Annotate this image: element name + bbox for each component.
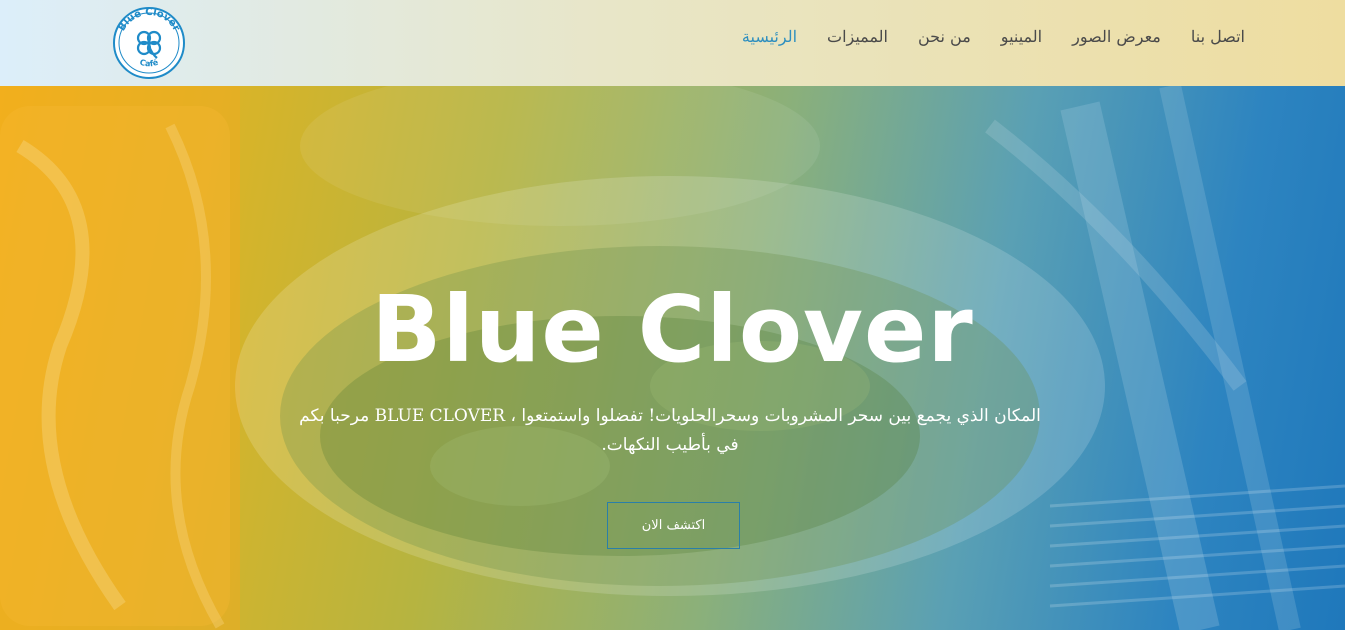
logo[interactable]: Blue Clover Café (111, 6, 187, 80)
main-nav: الرئيسية المميزات من نحن المينيو معرض ال… (742, 22, 1245, 50)
nav-item-contact[interactable]: اتصل بنا (1191, 27, 1245, 46)
nav-item-about[interactable]: من نحن (918, 27, 971, 46)
site-header: Blue Clover Café الرئيسية المميزات من نح… (0, 0, 1345, 86)
nav-item-features[interactable]: المميزات (827, 27, 888, 46)
nav-item-menu[interactable]: المينيو (1001, 27, 1042, 46)
nav-item-home[interactable]: الرئيسية (742, 27, 797, 46)
nav-item-gallery[interactable]: معرض الصور (1072, 27, 1161, 46)
hero-title: Blue Clover (371, 276, 974, 383)
hero-section: Blue Clover المكان الذي يجمع بين سحر الم… (0, 86, 1345, 630)
hero-description: المكان الذي يجمع بين سحر المشروبات وسحرا… (299, 406, 1041, 455)
discover-now-button[interactable]: اكتشف الان (607, 502, 740, 549)
page: Blue Clover Café الرئيسية المميزات من نح… (0, 0, 1345, 630)
